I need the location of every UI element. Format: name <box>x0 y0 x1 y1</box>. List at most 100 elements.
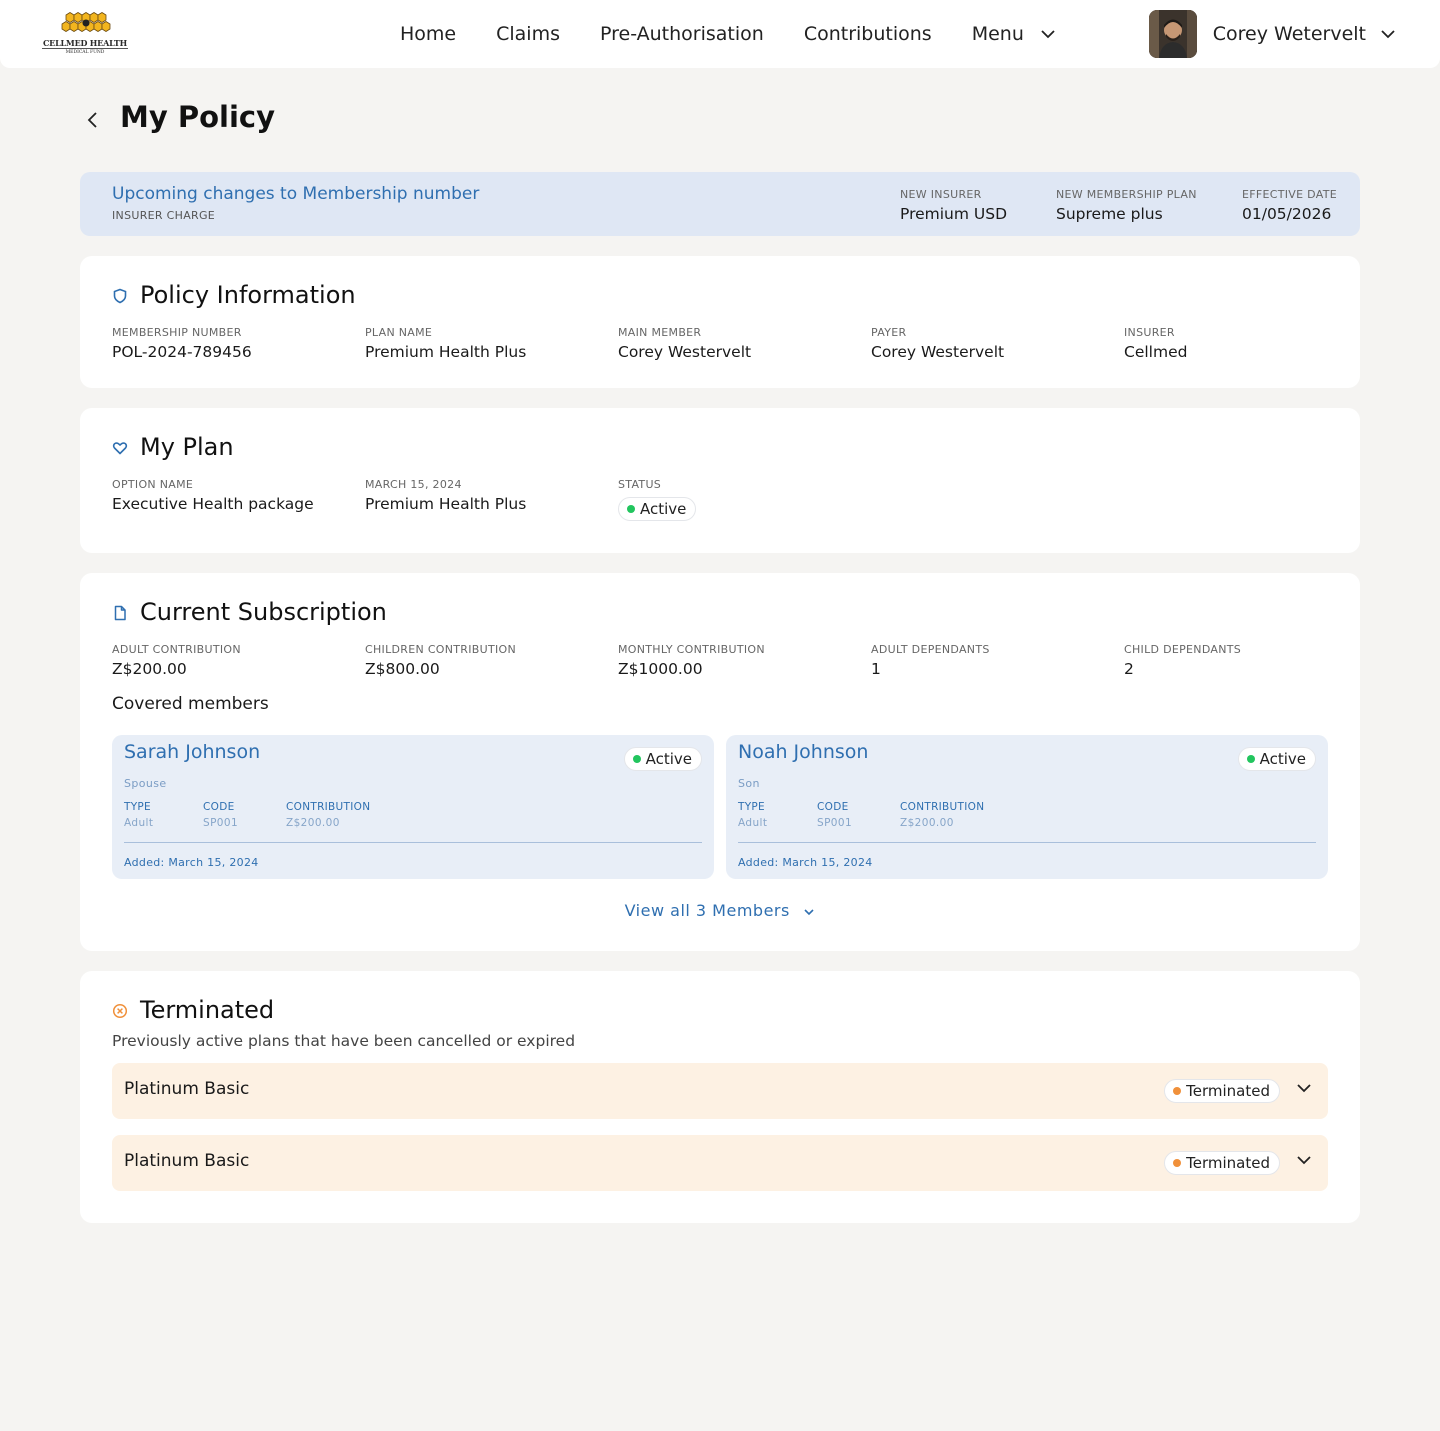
field-value: Z$200.00 <box>112 660 187 678</box>
user-name: Corey Wetervelt <box>1212 23 1366 45</box>
terminated-plan-row[interactable]: Platinum Basic Terminated <box>112 1135 1328 1191</box>
plan-name: Platinum Basic <box>124 1151 250 1171</box>
main-nav: Home Claims Pre-Authorisation Contributi… <box>400 0 1096 68</box>
member-relation: Spouse <box>124 777 167 790</box>
section-subtitle: Previously active plans that have been c… <box>112 1032 576 1050</box>
document-icon <box>114 605 126 621</box>
child-dependants: CHILD DEPENDANTS 2 <box>1124 643 1241 678</box>
member-card[interactable]: Sarah Johnson Active Spouse TYPE Adult C… <box>112 735 714 879</box>
member-contribution: CONTRIBUTION Z$200.00 <box>286 801 370 829</box>
plan-status: STATUS Active <box>618 478 697 521</box>
field-label: STATUS <box>618 478 662 491</box>
view-all-members-button[interactable]: View all 3 Members <box>80 901 1360 920</box>
section-title: My Plan <box>140 433 234 461</box>
field-value: SP001 <box>817 817 853 829</box>
field-label: CONTRIBUTION <box>900 801 985 813</box>
status-dot <box>632 755 641 763</box>
user-menu[interactable]: Corey Wetervelt <box>1148 10 1396 58</box>
field-label: CHILD DEPENDANTS <box>1124 643 1242 656</box>
nav-claims[interactable]: Claims <box>496 23 560 45</box>
status-text: Terminated <box>1186 1082 1270 1100</box>
option-name: OPTION NAME Executive Health package <box>112 478 314 513</box>
chevron-down-icon <box>1041 30 1055 39</box>
field-value: Corey Westervelt <box>618 343 752 361</box>
field-label: INSURER <box>1124 326 1175 339</box>
chevron-down-icon[interactable] <box>1296 1155 1312 1165</box>
field-value: Z$200.00 <box>900 817 954 829</box>
member-relation: Son <box>738 777 760 790</box>
member-card[interactable]: Noah Johnson Active Son TYPE Adult CODE … <box>726 735 1328 879</box>
field-label: CODE <box>203 801 235 813</box>
page-title: My Policy <box>120 100 276 134</box>
x-circle-icon <box>112 1003 128 1019</box>
nav-contributions[interactable]: Contributions <box>804 23 932 45</box>
field-label: EFFECTIVE DATE <box>1242 188 1337 201</box>
policy-information-card: Policy Information MEMBERSHIP NUMBER POL… <box>80 256 1360 388</box>
divider <box>124 842 702 843</box>
field-value: Supreme plus <box>1056 205 1163 223</box>
member-added-date: Added: March 15, 2024 <box>738 856 873 869</box>
top-header: CELLMED HEALTH MEDICAL FUND Home Claims … <box>0 0 1440 68</box>
terminated-card: Terminated Previously active plans that … <box>80 971 1360 1223</box>
divider <box>738 842 1316 843</box>
monthly-contribution: MONTHLY CONTRIBUTION Z$1000.00 <box>618 643 765 678</box>
status-text: Terminated <box>1186 1154 1270 1172</box>
effective-date: EFFECTIVE DATE 01/05/2026 <box>1242 188 1337 223</box>
new-insurer: NEW INSURER Premium USD <box>900 188 1007 223</box>
field-label: ADULT CONTRIBUTION <box>112 643 241 656</box>
children-contribution: CHILDREN CONTRIBUTION Z$800.00 <box>365 643 516 678</box>
plan-name: PLAN NAME Premium Health Plus <box>365 326 526 361</box>
banner-title[interactable]: Upcoming changes to Membership number <box>112 184 479 204</box>
field-label: TYPE <box>124 801 151 813</box>
status-badge: Terminated <box>1164 1151 1280 1175</box>
field-value: Premium Health Plus <box>365 495 527 513</box>
nav-pre-authorisation-label: Pre-Authorisation <box>599 23 764 45</box>
field-value: Z$1000.00 <box>618 660 703 678</box>
field-label: OPTION NAME <box>112 478 194 491</box>
avatar <box>1148 10 1197 58</box>
adult-dependants: ADULT DEPENDANTS 1 <box>871 643 990 678</box>
field-label: CODE <box>817 801 849 813</box>
status-dot <box>1173 1087 1182 1095</box>
field-label: MEMBERSHIP NUMBER <box>112 326 242 339</box>
terminated-plan-row[interactable]: Platinum Basic Terminated <box>112 1063 1328 1119</box>
my-plan-card: My Plan OPTION NAME Executive Health pac… <box>80 408 1360 553</box>
logo-subtext: MEDICAL FUND <box>42 48 128 55</box>
nav-menu-label: Menu <box>971 23 1024 45</box>
status-badge: Active <box>623 747 702 771</box>
field-label: NEW INSURER <box>900 188 982 201</box>
chevron-down-icon <box>1381 30 1395 39</box>
adult-contribution: ADULT CONTRIBUTION Z$200.00 <box>112 643 241 678</box>
nav-home[interactable]: Home <box>400 23 456 45</box>
field-label: CONTRIBUTION <box>286 801 371 813</box>
field-value: Adult <box>124 817 154 829</box>
field-value: SP001 <box>203 817 239 829</box>
chevron-down-icon[interactable] <box>1296 1083 1312 1093</box>
member-type: TYPE Adult <box>738 801 767 829</box>
nav-home-label: Home <box>400 23 457 45</box>
cellmed-logo[interactable]: CELLMED HEALTH MEDICAL FUND <box>42 10 128 56</box>
nav-pre-authorisation[interactable]: Pre-Authorisation <box>600 23 764 45</box>
section-title: Policy Information <box>140 281 356 309</box>
status-dot <box>1173 1159 1182 1167</box>
new-membership-plan: NEW MEMBERSHIP PLAN Supreme plus <box>1056 188 1197 223</box>
member-code: CODE SP001 <box>203 801 238 829</box>
back-button[interactable] <box>82 108 104 132</box>
field-label: MAIN MEMBER <box>618 326 702 339</box>
main-member: MAIN MEMBER Corey Westervelt <box>618 326 751 361</box>
member-type: TYPE Adult <box>124 801 153 829</box>
status-badge: Active <box>1237 747 1316 771</box>
member-name[interactable]: Noah Johnson <box>738 741 868 763</box>
field-value: Premium USD <box>900 205 1008 223</box>
insurer: INSURER Cellmed <box>1124 326 1187 361</box>
field-value: Z$200.00 <box>286 817 340 829</box>
field-value: POL-2024-789456 <box>112 343 252 361</box>
member-code: CODE SP001 <box>817 801 852 829</box>
nav-menu[interactable]: Menu <box>972 23 1056 45</box>
member-name[interactable]: Sarah Johnson <box>124 741 260 763</box>
heart-icon <box>112 442 128 455</box>
membership-number: MEMBERSHIP NUMBER POL-2024-789456 <box>112 326 252 361</box>
field-label: CHILDREN CONTRIBUTION <box>365 643 517 656</box>
shield-icon <box>113 288 127 304</box>
member-contribution: CONTRIBUTION Z$200.00 <box>900 801 984 829</box>
